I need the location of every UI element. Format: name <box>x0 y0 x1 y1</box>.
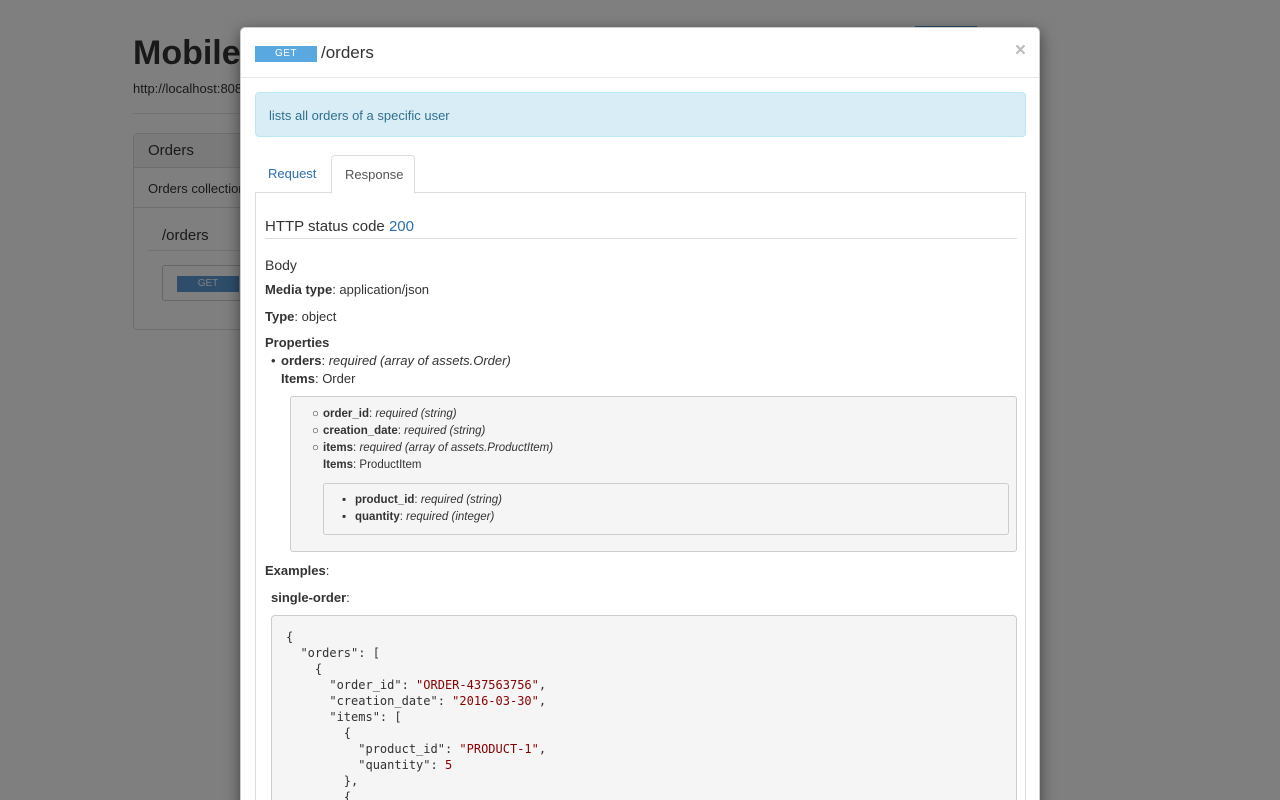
property-name: orders <box>281 353 322 368</box>
code-key: "creation_date" <box>286 694 438 708</box>
order-items-line: Items: ProductItem <box>323 459 421 471</box>
code-line: { <box>286 662 323 676</box>
properties-heading: Properties <box>265 335 329 350</box>
divider <box>265 238 1017 239</box>
properties-heading-text: Properties <box>265 335 330 350</box>
code-key: "quantity" <box>286 758 431 772</box>
field-name: items <box>323 442 354 454</box>
method-badge: GET <box>255 46 317 62</box>
field-detail: required (array of assets.ProductItem) <box>359 442 554 454</box>
media-type-line: Media type: application/json <box>265 282 429 297</box>
code-line: "quantity": 5 <box>286 758 453 772</box>
method-modal: GET /orders × lists all orders of a spec… <box>240 27 1040 800</box>
modal-header: GET /orders × <box>241 28 1039 78</box>
close-icon[interactable]: × <box>1015 40 1026 62</box>
field-product-id: product_id: required (string) <box>355 494 502 506</box>
example-code-block: { "orders": [ { "order_id": "ORDER-43756… <box>271 615 1017 800</box>
square-bullet-icon: ▪ <box>342 494 347 506</box>
media-type-value: : application/json <box>332 282 430 297</box>
code-punct: : [ <box>358 646 380 660</box>
tab-request[interactable]: Request <box>255 155 329 193</box>
field-creation-date: creation_date: required (string) <box>323 425 486 437</box>
code-punct: : [ <box>379 710 402 724</box>
response-tab-pane: HTTP status code 200 Body Media type: ap… <box>255 192 1026 800</box>
code-number: 5 <box>444 758 453 772</box>
tab-bar: Request Response <box>255 155 1026 194</box>
method-description: lists all orders of a specific user <box>255 92 1026 137</box>
field-name: product_id <box>355 494 415 506</box>
field-detail: required (integer) <box>406 511 495 523</box>
property-detail: required (array of assets.Order) <box>328 353 511 368</box>
modal-title: /orders <box>321 43 374 62</box>
items-value: : Order <box>314 371 356 386</box>
bullet-icon: • <box>271 353 276 368</box>
example-name-line: single-order: <box>271 590 350 605</box>
field-name: quantity <box>355 511 400 523</box>
type-value: : object <box>294 309 337 324</box>
property-orders: orders: required (array of assets.Order) <box>281 353 511 368</box>
code-line: }, <box>286 774 359 788</box>
code-line: { <box>286 790 352 800</box>
examples-label: Examples <box>265 563 326 578</box>
property-items-line: Items: Order <box>281 371 355 386</box>
media-type-label: Media type <box>265 282 333 297</box>
code-line: "product_id": "PRODUCT-1", <box>286 742 547 756</box>
items-value: : ProductItem <box>353 459 422 471</box>
code-key: "product_id" <box>286 742 445 756</box>
field-quantity: quantity: required (integer) <box>355 511 495 523</box>
circle-bullet-icon: ○ <box>312 425 319 437</box>
items-label: Items <box>323 459 354 471</box>
code-string: "2016-03-30" <box>452 694 539 708</box>
code-key: "items" <box>286 710 380 724</box>
code-string: "PRODUCT-1" <box>459 742 539 756</box>
code-key: "orders" <box>286 646 359 660</box>
status-code: 200 <box>388 218 414 235</box>
field-detail: required (string) <box>375 408 457 420</box>
field-name: order_id <box>323 408 370 420</box>
product-item-schema-box: ▪ product_id: required (string) ▪ quanti… <box>323 483 1009 535</box>
field-items: items: required (array of assets.Product… <box>323 442 554 454</box>
order-schema-box: ○ order_id: required (string) ○ creation… <box>290 396 1017 552</box>
field-detail: required (string) <box>420 494 502 506</box>
code-line: "orders": [ <box>286 646 380 660</box>
status-label: HTTP status code <box>265 218 385 235</box>
code-line: "creation_date": "2016-03-30", <box>286 694 547 708</box>
status-heading: HTTP status code 200 <box>265 218 414 235</box>
type-line: Type: object <box>265 309 336 324</box>
type-label: Type <box>265 309 295 324</box>
tab-response[interactable]: Response <box>331 155 415 194</box>
circle-bullet-icon: ○ <box>312 408 319 420</box>
code-string: "ORDER-437563756" <box>416 678 539 692</box>
example-name: single-order <box>271 590 347 605</box>
items-label: Items <box>281 371 315 386</box>
field-name: creation_date <box>323 425 398 437</box>
code-line: "order_id": "ORDER-437563756", <box>286 678 547 692</box>
square-bullet-icon: ▪ <box>342 511 347 523</box>
field-order-id: order_id: required (string) <box>323 408 457 420</box>
circle-bullet-icon: ○ <box>312 442 319 454</box>
code-line: "items": [ <box>286 710 402 724</box>
code-line: { <box>286 630 294 644</box>
code-key: "order_id" <box>286 678 402 692</box>
examples-label-line: Examples: <box>265 563 330 578</box>
code-line: { <box>286 726 352 740</box>
body-heading: Body <box>265 257 297 273</box>
field-detail: required (string) <box>404 425 486 437</box>
